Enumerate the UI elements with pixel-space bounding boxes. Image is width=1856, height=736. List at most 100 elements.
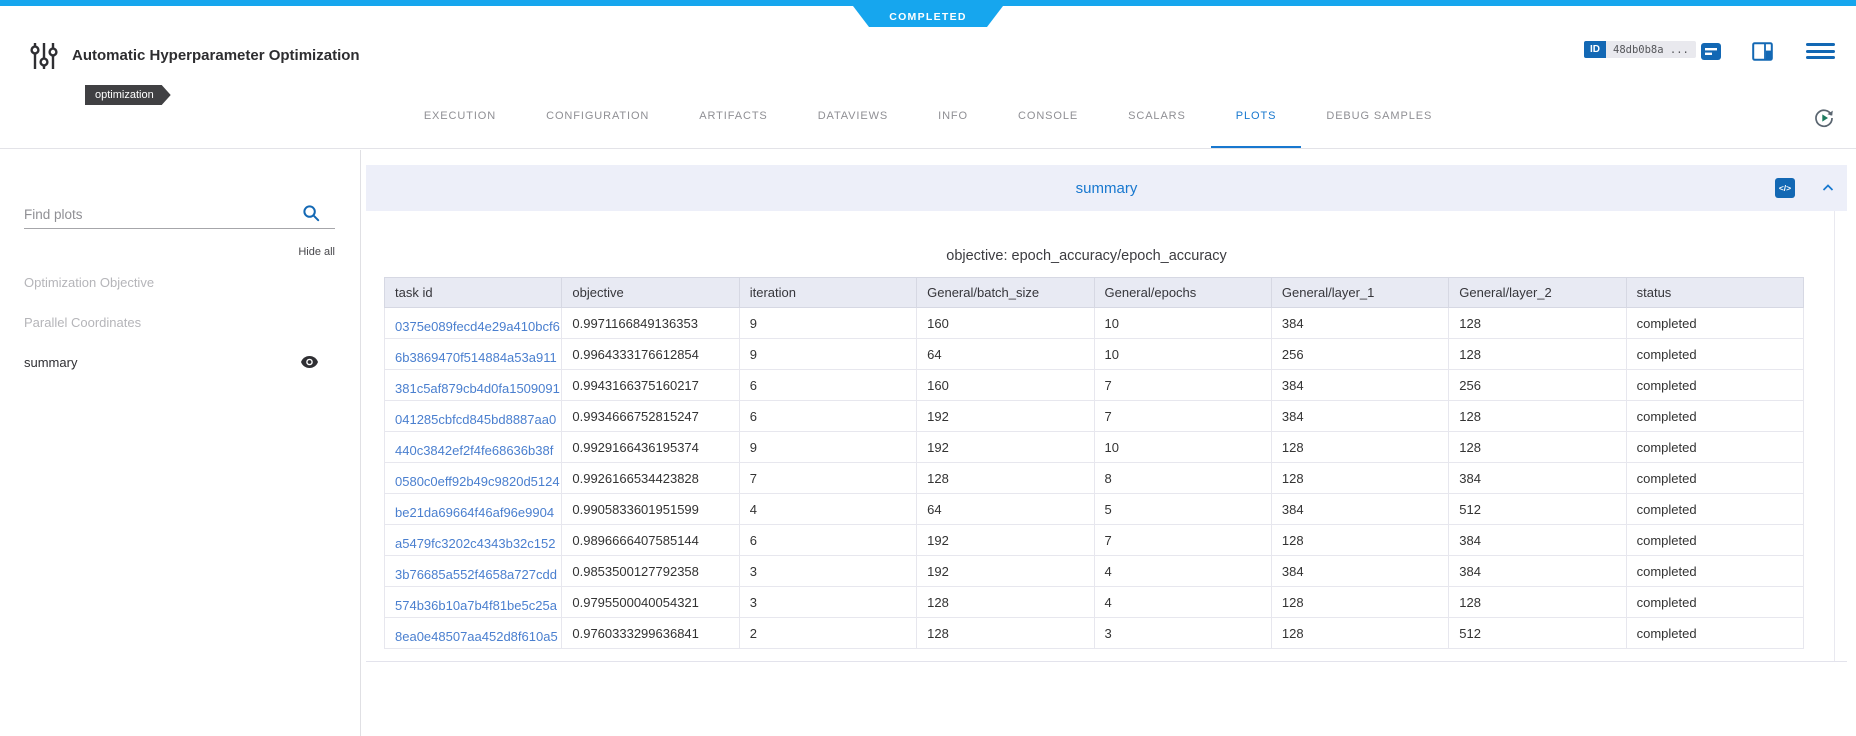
table-cell: 64 — [917, 494, 1094, 525]
table-cell: completed — [1626, 587, 1803, 618]
table-cell: 256 — [1449, 370, 1626, 401]
tab-plots[interactable]: PLOTS — [1211, 85, 1302, 148]
task-id-link[interactable]: 0580c0eff92b49c9820d5124 — [385, 463, 562, 494]
column-header-iteration: iteration — [739, 278, 916, 308]
experiment-title: Automatic Hyperparameter Optimization — [72, 47, 360, 64]
plot-item-label: Optimization Objective — [24, 275, 154, 290]
task-id-link[interactable]: 8ea0e48507aa452d8f610a5 — [385, 618, 562, 649]
table-cell: 9 — [739, 308, 916, 339]
tab-configuration[interactable]: CONFIGURATION — [521, 85, 674, 148]
table-cell: 384 — [1449, 525, 1626, 556]
table-cell: 10 — [1094, 308, 1271, 339]
status-ribbon-label: COMPLETED — [889, 11, 967, 23]
table-cell: completed — [1626, 432, 1803, 463]
comment-button[interactable] — [1700, 42, 1722, 62]
table-cell: 384 — [1271, 494, 1448, 525]
chevron-up-icon — [1821, 183, 1835, 198]
table-cell: 0.9964333176612854 — [562, 339, 739, 370]
table-cell: 160 — [917, 370, 1094, 401]
tab-info[interactable]: INFO — [913, 85, 993, 148]
task-id-link[interactable]: be21da69664f46af96e9904 — [385, 494, 562, 525]
task-id-text: 0375e089fecd4e29a410bcf6 — [395, 319, 560, 334]
details-panel-button[interactable] — [1752, 42, 1773, 61]
experiment-id-badge[interactable]: ID 48db0b8a ... — [1584, 41, 1696, 58]
table-cell: 8 — [1094, 463, 1271, 494]
task-id-text: 0580c0eff92b49c9820d5124 — [395, 474, 560, 489]
table-cell: 0.9934666752815247 — [562, 401, 739, 432]
task-id-link[interactable]: 041285cbfcd845bd8887aa0 — [385, 401, 562, 432]
summary-table-head-row: task idobjectiveiterationGeneral/batch_s… — [385, 278, 1804, 308]
task-id-link[interactable]: 440c3842ef2f4fe68636b38f — [385, 432, 562, 463]
table-cell: completed — [1626, 308, 1803, 339]
search-icon[interactable] — [302, 204, 320, 222]
table-cell: 0.9905833601951599 — [562, 494, 739, 525]
task-id-link[interactable]: a5479fc3202c4343b32c152 — [385, 525, 562, 556]
widget-scroll-edge — [1834, 211, 1835, 661]
tab-console[interactable]: CONSOLE — [993, 85, 1103, 148]
table-cell: 0.9943166375160217 — [562, 370, 739, 401]
task-id-text: 041285cbfcd845bd8887aa0 — [395, 412, 556, 427]
table-cell: 6 — [739, 525, 916, 556]
plot-item-label: Parallel Coordinates — [24, 315, 141, 330]
task-id-link[interactable]: 574b36b10a7b4f81be5c25a — [385, 587, 562, 618]
table-cell: 128 — [1449, 401, 1626, 432]
tab-execution[interactable]: EXECUTION — [399, 85, 521, 148]
sidebar-plot-item-summary[interactable]: summary — [0, 342, 360, 382]
table-cell: 512 — [1449, 494, 1626, 525]
status-ribbon: COMPLETED — [853, 6, 1003, 27]
table-cell: 3 — [1094, 618, 1271, 649]
table-cell: completed — [1626, 401, 1803, 432]
table-cell: 128 — [1271, 525, 1448, 556]
tab-bar: EXECUTIONCONFIGURATIONARTIFACTSDATAVIEWS… — [0, 85, 1856, 149]
column-header-general-batch-size: General/batch_size — [917, 278, 1094, 308]
find-plots-input[interactable] — [24, 202, 296, 226]
column-header-general-layer-1: General/layer_1 — [1271, 278, 1448, 308]
eye-icon[interactable] — [301, 356, 318, 368]
table-cell: 9 — [739, 339, 916, 370]
table-cell: 6 — [739, 401, 916, 432]
tab-artifacts[interactable]: ARTIFACTS — [674, 85, 792, 148]
table-cell: 384 — [1449, 556, 1626, 587]
embed-code-button[interactable]: </> — [1775, 178, 1795, 198]
table-cell: completed — [1626, 370, 1803, 401]
table-row: 0580c0eff92b49c9820d51240.99261665344238… — [385, 463, 1804, 494]
table-cell: 9 — [739, 432, 916, 463]
table-cell: 128 — [1449, 339, 1626, 370]
sidebar-plot-item-optimization-objective[interactable]: Optimization Objective — [0, 262, 360, 302]
collapse-widget-button[interactable] — [1821, 181, 1835, 195]
table-cell: 0.9929166436195374 — [562, 432, 739, 463]
sidebar-plot-item-parallel-coordinates[interactable]: Parallel Coordinates — [0, 302, 360, 342]
table-cell: 2 — [739, 618, 916, 649]
task-id-link[interactable]: 6b3869470f514884a53a911 — [385, 339, 562, 370]
panels-icon — [1752, 49, 1773, 64]
table-cell: 128 — [1449, 308, 1626, 339]
table-cell: completed — [1626, 463, 1803, 494]
task-id-link[interactable]: 0375e089fecd4e29a410bcf6 — [385, 308, 562, 339]
task-id-link[interactable]: 381c5af879cb4d0fa1509091 — [385, 370, 562, 401]
table-cell: 5 — [1094, 494, 1271, 525]
table-cell: 192 — [917, 556, 1094, 587]
table-cell: 7 — [739, 463, 916, 494]
table-row: 381c5af879cb4d0fa15090910.99431663751602… — [385, 370, 1804, 401]
experiment-id-value: 48db0b8a ... — [1606, 41, 1696, 58]
auto-refresh-button[interactable] — [1812, 106, 1836, 130]
hide-all-button[interactable]: Hide all — [24, 246, 335, 258]
tab-scalars[interactable]: SCALARS — [1103, 85, 1211, 148]
table-cell: 128 — [1449, 587, 1626, 618]
table-cell: 160 — [917, 308, 1094, 339]
task-id-link[interactable]: 3b76685a552f4658a727cdd — [385, 556, 562, 587]
table-cell: 128 — [1271, 587, 1448, 618]
tab-debug-samples[interactable]: DEBUG SAMPLES — [1301, 85, 1457, 148]
table-row: 6b3869470f514884a53a911 0.996433317661285… — [385, 339, 1804, 370]
summary-widget-header: summary </> — [366, 165, 1847, 211]
table-cell: 128 — [1271, 432, 1448, 463]
tab-dataviews[interactable]: DATAVIEWS — [793, 85, 913, 148]
task-id-text: 6b3869470f514884a53a911 — [395, 350, 557, 365]
column-header-status: status — [1626, 278, 1803, 308]
table-cell: completed — [1626, 339, 1803, 370]
table-cell: 0.9760333299636841 — [562, 618, 739, 649]
table-row: 041285cbfcd845bd8887aa0 0.993466675281524… — [385, 401, 1804, 432]
menu-button[interactable] — [1806, 43, 1835, 58]
table-row: 8ea0e48507aa452d8f610a50.976033329963684… — [385, 618, 1804, 649]
table-cell: 256 — [1271, 339, 1448, 370]
